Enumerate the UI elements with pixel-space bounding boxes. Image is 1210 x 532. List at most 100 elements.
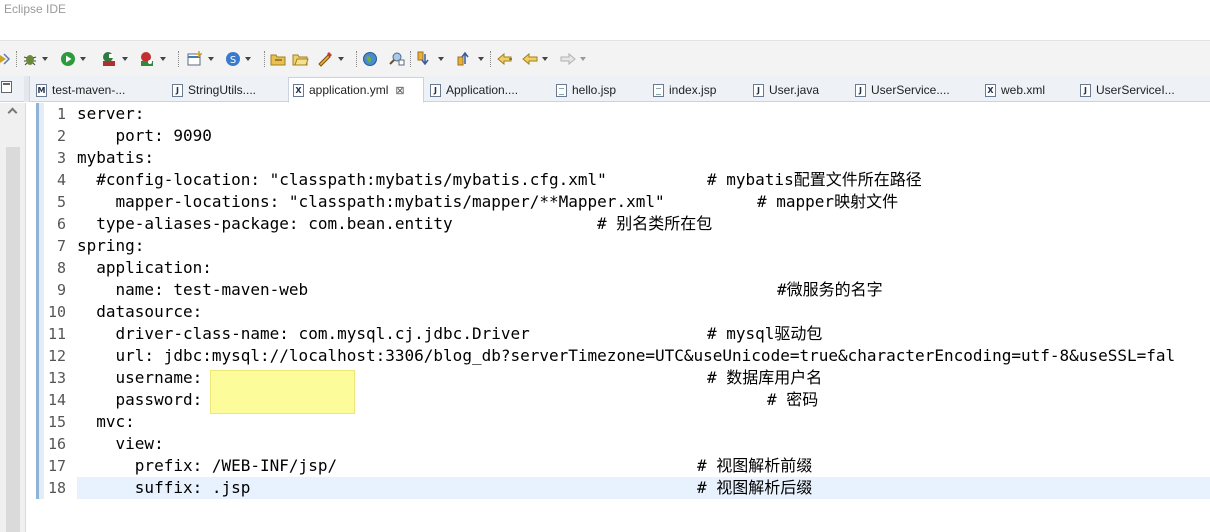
xml-file-icon: X (985, 83, 996, 97)
code-line[interactable]: #config-location: "classpath:mybatis/myb… (77, 169, 607, 191)
code-comment[interactable]: # 视图解析前缀 (697, 455, 812, 477)
tab-label: web.xml (1001, 83, 1046, 97)
last-edit-button[interactable] (496, 50, 514, 68)
toolbar-separator (356, 51, 357, 67)
coverage-icon (141, 52, 153, 66)
tab-test-maven[interactable]: M test-maven-... (36, 78, 154, 102)
prev-annotation-icon (457, 51, 469, 66)
code-line[interactable]: server: (77, 103, 144, 125)
jsp-file-icon (556, 83, 567, 97)
line-number: 15 (47, 413, 66, 431)
back-icon (522, 52, 538, 66)
line-number: 16 (47, 435, 66, 453)
java-file-icon: J (753, 83, 764, 97)
code-line[interactable]: type-aliases-package: com.bean.entity (77, 213, 452, 235)
close-tab-icon[interactable]: ⊠ (395, 84, 404, 97)
code-line[interactable]: name: test-maven-web (77, 279, 309, 301)
pencil-button[interactable] (316, 50, 344, 68)
new-icon (187, 51, 202, 66)
toolbar-separator (490, 51, 491, 67)
redacted-credentials (210, 370, 355, 414)
code-comment[interactable]: # 密码 (767, 389, 818, 411)
coverage-button[interactable] (138, 50, 166, 68)
line-number: 5 (56, 193, 66, 211)
last-edit-icon (497, 52, 512, 66)
open-button[interactable] (270, 50, 287, 68)
code-comment[interactable]: #微服务的名字 (777, 279, 883, 301)
code-line[interactable]: prefix: /WEB-INF/jsp/ (77, 455, 337, 477)
tab-index-jsp[interactable]: index.jsp (653, 78, 745, 102)
line-number: 6 (56, 215, 66, 233)
forward-icon (560, 52, 576, 66)
code-area[interactable]: 1 server: 2 port: 9090 3 mybatis: 4 #config-l… (0, 103, 1210, 532)
code-line[interactable]: mvc: (77, 411, 135, 433)
run-button[interactable] (60, 50, 86, 68)
code-comment[interactable]: # mapper映射文件 (757, 191, 898, 213)
run-config-button[interactable] (100, 50, 128, 68)
open-folder-button[interactable] (292, 50, 309, 68)
code-line[interactable]: datasource: (77, 301, 202, 323)
code-line[interactable]: mapper-locations: "classpath:mybatis/map… (77, 191, 665, 213)
line-number: 7 (56, 237, 66, 255)
line-number: 2 (56, 127, 66, 145)
tab-application-java[interactable]: J Application.... (430, 78, 546, 102)
tab-label: UserService.... (871, 83, 950, 97)
tab-label: test-maven-... (52, 83, 126, 97)
new-java-button[interactable]: S (225, 50, 251, 68)
code-line[interactable]: mybatis: (77, 147, 154, 169)
line-number: 12 (47, 347, 66, 365)
globe-icon (363, 52, 377, 66)
prev-annotation-button[interactable] (456, 50, 484, 68)
tab-stringutils[interactable]: J StringUtils.... (172, 78, 284, 102)
code-line[interactable]: view: (77, 433, 164, 455)
code-line[interactable]: suffix: .jsp (77, 477, 251, 499)
next-annotation-icon (417, 51, 429, 66)
code-line[interactable]: spring: (77, 235, 144, 257)
open-icon (270, 54, 286, 66)
java-file-icon: J (430, 83, 441, 97)
minimize-icon[interactable] (1, 81, 12, 93)
java-file-icon: J (172, 83, 183, 97)
tab-userserviceimpl[interactable]: J UserServiceI... (1080, 78, 1200, 102)
tab-hello-jsp[interactable]: hello.jsp (556, 78, 648, 102)
search-button[interactable] (388, 50, 406, 68)
line-number: 18 (47, 479, 66, 497)
code-line[interactable]: username: (77, 367, 203, 389)
code-comment[interactable]: # 别名类所在包 (597, 213, 712, 235)
line-number: 1 (56, 105, 66, 123)
eclipse-window: Eclipse IDE S M test-maven-... J StringU… (0, 0, 1210, 532)
code-comment[interactable]: # mybatis配置文件所在路径 (707, 169, 922, 191)
tab-application-yml[interactable]: X application.yml ⊠ (288, 77, 424, 103)
tab-label: hello.jsp (572, 83, 617, 97)
new-button[interactable] (186, 50, 214, 68)
tab-userservice[interactable]: J UserService.... (855, 78, 975, 102)
code-line[interactable]: driver-class-name: com.mysql.cj.jdbc.Dri… (77, 323, 530, 345)
toolbar-separator (16, 51, 17, 67)
forward-button[interactable] (560, 50, 586, 68)
toolbar-separator (178, 51, 179, 67)
skip-icon[interactable] (0, 50, 10, 68)
debug-button[interactable] (22, 50, 48, 68)
code-line[interactable]: port: 9090 (77, 125, 212, 147)
code-line[interactable]: application: (77, 257, 212, 279)
globe-button[interactable] (362, 50, 378, 68)
line-number: 14 (47, 391, 66, 409)
code-comment[interactable]: # 视图解析后缀 (697, 477, 812, 499)
code-line[interactable]: url: jdbc:mysql://localhost:3306/blog_db… (77, 345, 1176, 367)
tab-user-java[interactable]: J User.java (753, 78, 847, 102)
main-toolbar: S (0, 40, 1210, 76)
new-java-icon: S (226, 52, 240, 66)
yaml-editor[interactable]: 1 server: 2 port: 9090 3 mybatis: 4 #config-l… (0, 103, 1210, 532)
tab-label: User.java (769, 83, 820, 97)
back-button[interactable] (522, 50, 548, 68)
tab-web-xml[interactable]: X web.xml (985, 78, 1071, 102)
editor-tab-bar: M test-maven-... J StringUtils.... X app… (0, 76, 1210, 103)
code-line[interactable]: password: (77, 389, 203, 411)
code-comment[interactable]: # mysql驱动包 (707, 323, 822, 345)
tab-label: Application.... (446, 83, 519, 97)
next-annotation-button[interactable] (416, 50, 444, 68)
line-number: 10 (47, 303, 66, 321)
code-comment[interactable]: # 数据库用户名 (707, 367, 822, 389)
tab-label: index.jsp (669, 83, 717, 97)
toolbar-separator (264, 51, 265, 67)
